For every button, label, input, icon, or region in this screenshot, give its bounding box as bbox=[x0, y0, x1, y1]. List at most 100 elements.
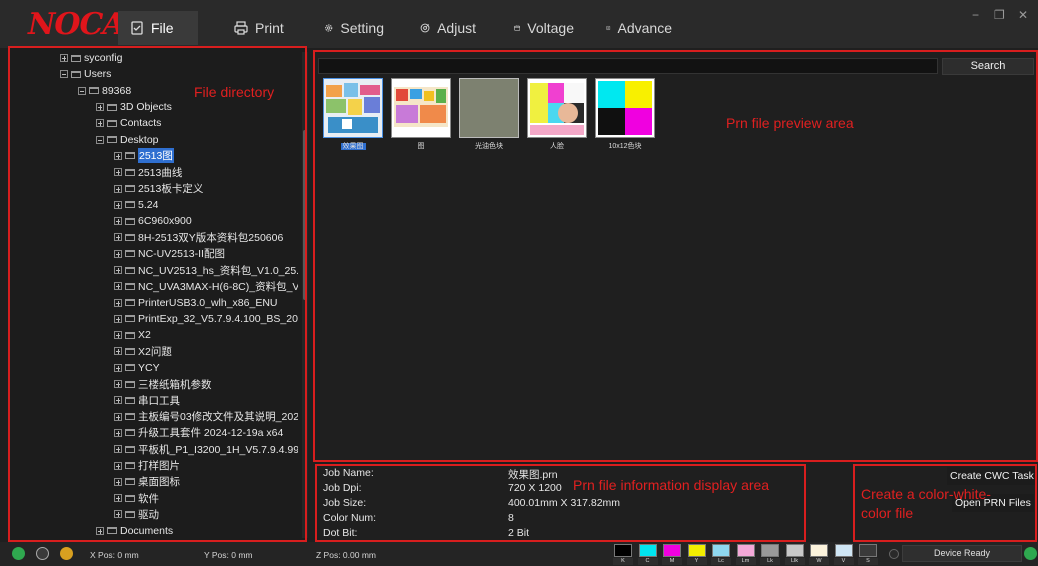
tree-item[interactable]: Desktop bbox=[8, 131, 298, 147]
ink-color bbox=[712, 544, 730, 557]
expand-icon[interactable] bbox=[114, 445, 122, 454]
expand-icon[interactable] bbox=[114, 298, 122, 307]
warning-icon[interactable] bbox=[60, 547, 73, 560]
minimize-button[interactable]: − bbox=[972, 8, 979, 22]
tree-item[interactable]: 2513板卡定义 bbox=[8, 180, 298, 196]
expand-icon[interactable] bbox=[114, 282, 122, 291]
tree-item[interactable]: 6C960x900 bbox=[8, 213, 298, 229]
tree-item[interactable]: Contacts bbox=[8, 115, 298, 131]
gear-icon bbox=[325, 24, 333, 32]
tree-item[interactable]: 平板机_P1_I3200_1H_V5.7.9.4.99_ bbox=[8, 441, 298, 457]
tree-item[interactable]: 串口工具 bbox=[8, 392, 298, 408]
expand-icon[interactable] bbox=[114, 184, 122, 193]
tree-item-label: Users bbox=[84, 68, 112, 81]
expand-icon[interactable] bbox=[114, 151, 122, 160]
expand-icon[interactable] bbox=[114, 380, 122, 389]
device-ok-icon bbox=[1024, 547, 1037, 560]
tab-print[interactable]: Print bbox=[222, 11, 302, 45]
tree-item[interactable]: 主板编号03修改文件及其说明_2025 bbox=[8, 409, 298, 425]
expand-icon[interactable] bbox=[114, 200, 122, 209]
tree-item-label: 平板机_P1_I3200_1H_V5.7.9.4.99_ bbox=[138, 443, 298, 456]
tree-item[interactable]: 5.24 bbox=[8, 197, 298, 213]
tree-item[interactable]: NC-UV2513-II配图 bbox=[8, 246, 298, 262]
connection-icon[interactable] bbox=[12, 547, 25, 560]
expand-icon[interactable] bbox=[114, 314, 122, 323]
collapse-icon[interactable] bbox=[60, 70, 68, 79]
expand-icon[interactable] bbox=[114, 331, 122, 340]
tree-item[interactable]: X2问题 bbox=[8, 343, 298, 359]
expand-icon[interactable] bbox=[114, 477, 122, 486]
tree-scrollbar[interactable] bbox=[302, 52, 308, 538]
expand-icon[interactable] bbox=[114, 266, 122, 274]
job-dpi-value: 720 X 1200 bbox=[508, 482, 562, 494]
tree-item[interactable]: Users bbox=[8, 66, 298, 82]
tree-item[interactable]: Documents bbox=[8, 523, 298, 539]
job-name-label: Job Name: bbox=[323, 467, 374, 479]
expand-icon[interactable] bbox=[114, 249, 122, 258]
expand-icon[interactable] bbox=[114, 412, 122, 421]
search-input[interactable] bbox=[318, 58, 938, 74]
tree-item[interactable]: 三楼纸箱机参数 bbox=[8, 376, 298, 392]
tab-voltage[interactable]: Voltage bbox=[502, 11, 586, 45]
download-icon[interactable] bbox=[36, 547, 49, 560]
tree-item[interactable]: 8H-2513双Y版本资料包250606 bbox=[8, 229, 298, 245]
expand-icon[interactable] bbox=[114, 396, 122, 405]
tree-item[interactable]: syconfig bbox=[8, 50, 298, 66]
expand-icon[interactable] bbox=[114, 347, 122, 356]
tab-setting[interactable]: Setting bbox=[312, 11, 396, 45]
expand-icon[interactable] bbox=[114, 168, 122, 177]
folder-icon bbox=[125, 364, 135, 372]
voltage-icon bbox=[514, 25, 521, 31]
expand-icon[interactable] bbox=[114, 428, 122, 437]
expand-icon[interactable] bbox=[114, 461, 122, 470]
tree-item[interactable]: 2513曲线 bbox=[8, 164, 298, 180]
expand-icon[interactable] bbox=[96, 119, 104, 128]
thumbnail-face[interactable] bbox=[527, 78, 587, 138]
tree-scroll-thumb[interactable] bbox=[303, 130, 307, 300]
expand-icon[interactable] bbox=[114, 494, 122, 503]
tab-print-label: Print bbox=[255, 20, 284, 36]
tree-item[interactable]: 驱动 bbox=[8, 506, 298, 522]
tree-item-label: 升级工具套件 2024-12-19a x64 bbox=[138, 427, 284, 440]
folder-icon bbox=[71, 70, 81, 78]
adjust-icon bbox=[420, 23, 430, 33]
refresh-icon[interactable] bbox=[889, 549, 899, 559]
thumbnail-varnish[interactable] bbox=[459, 78, 519, 138]
close-button[interactable]: ✕ bbox=[1018, 8, 1028, 22]
tab-adjust[interactable]: Adjust bbox=[408, 11, 488, 45]
tree-item[interactable]: X2 bbox=[8, 327, 298, 343]
tree-item-label: 2513图 bbox=[138, 148, 174, 164]
tree-item[interactable]: 2513图 bbox=[8, 148, 298, 164]
expand-icon[interactable] bbox=[96, 526, 104, 535]
tree-item[interactable]: NC_UVA3MAX-H(6-8C)_资料包_V( bbox=[8, 278, 298, 294]
expand-icon[interactable] bbox=[60, 54, 68, 63]
tree-item[interactable]: 升级工具套件 2024-12-19a x64 bbox=[8, 425, 298, 441]
tab-file[interactable]: File bbox=[118, 11, 198, 45]
tree-item[interactable]: PrinterUSB3.0_wlh_x86_ENU bbox=[8, 294, 298, 310]
expand-icon[interactable] bbox=[114, 363, 122, 372]
expand-icon[interactable] bbox=[114, 217, 122, 226]
ink-label: S bbox=[858, 558, 878, 565]
collapse-icon[interactable] bbox=[78, 86, 86, 95]
tree-item[interactable]: 桌面图标 bbox=[8, 474, 298, 490]
expand-icon[interactable] bbox=[96, 103, 104, 112]
thumbnail-grid[interactable] bbox=[595, 78, 655, 138]
tree-item[interactable]: 打样图片 bbox=[8, 457, 298, 473]
tree-item-label: 3D Objects bbox=[120, 101, 172, 114]
collapse-icon[interactable] bbox=[96, 135, 104, 144]
tree-item[interactable]: PrintExp_32_V5.7.9.4.100_BS_2025 bbox=[8, 311, 298, 327]
thumbnail-effect[interactable] bbox=[323, 78, 383, 138]
tree-item[interactable]: NC_UV2513_hs_资料包_V1.0_25.0 bbox=[8, 262, 298, 278]
thumbnail-image[interactable] bbox=[391, 78, 451, 138]
search-button[interactable]: Search bbox=[942, 58, 1034, 75]
folder-icon bbox=[107, 103, 117, 111]
tree-item[interactable]: 软件 bbox=[8, 490, 298, 506]
tab-advance[interactable]: Advance bbox=[594, 11, 684, 45]
create-cwc-task-button[interactable]: Create CWC Task bbox=[947, 467, 1037, 485]
restore-button[interactable]: ❐ bbox=[994, 8, 1005, 22]
ink-color bbox=[761, 544, 779, 557]
tree-item[interactable]: YCY bbox=[8, 360, 298, 376]
expand-icon[interactable] bbox=[114, 510, 122, 519]
tree-item[interactable]: 3D Objects bbox=[8, 99, 298, 115]
expand-icon[interactable] bbox=[114, 233, 122, 242]
